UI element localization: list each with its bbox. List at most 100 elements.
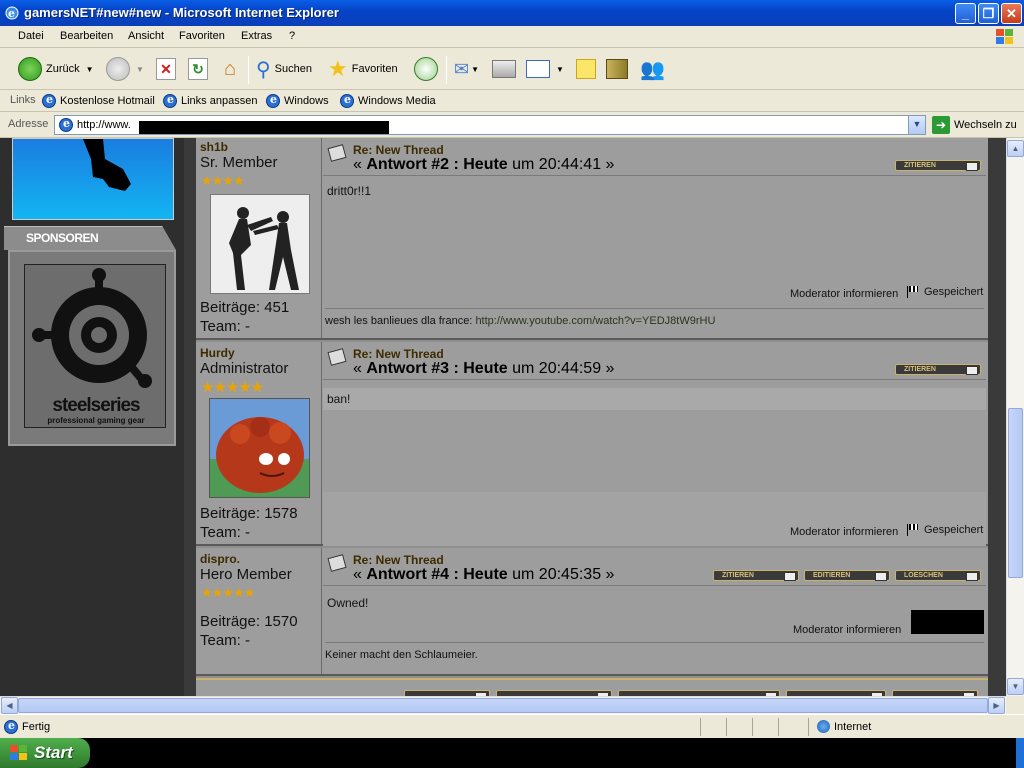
post-header: Re: New Thread « Antwort #4 : Heute um 2… (323, 548, 986, 586)
refresh-icon: ↻ (188, 58, 208, 80)
chevron-down-icon[interactable]: ▼ (908, 116, 925, 134)
post-number: « Antwort #2 : Heute um 20:44:41 » (353, 156, 615, 173)
flag-icon (907, 286, 921, 298)
scroll-right-icon[interactable]: ▶ (988, 697, 1005, 714)
menu-bearbeiten[interactable]: Bearbeiten (60, 30, 113, 42)
go-button[interactable]: ➔ Wechseln zu (932, 116, 1017, 134)
windows-flag-icon (996, 29, 1013, 44)
scroll-left-icon[interactable]: ◀ (1, 697, 18, 714)
address-bar: Adresse http://www. ▼ ➔ Wechseln zu (0, 112, 1024, 138)
post-count: Beiträge: 1578 (200, 505, 298, 522)
status-bar: Fertig Internet (0, 714, 1024, 738)
search-button[interactable]: ⚲ Suchen (256, 54, 312, 84)
post-count: Beiträge: 1570 (200, 613, 298, 630)
thread-icon (327, 348, 347, 366)
thread-icon (327, 554, 347, 572)
link-hotmail[interactable]: Kostenlose Hotmail (42, 93, 155, 108)
horizontal-scrollbar[interactable]: ◀ ▶ (0, 696, 1006, 714)
quote-button[interactable]: ZITIEREN (895, 160, 981, 171)
kickboxers-avatar-icon (229, 207, 299, 290)
mail-button[interactable]: ✉ ▼ (454, 54, 479, 84)
rank-stars: ★★★★★ (201, 585, 255, 600)
messenger-icon: 👥 (640, 58, 665, 81)
rank-stars: ★★★★ (201, 173, 245, 188)
messenger-button[interactable]: 👥 (640, 54, 665, 84)
globe-icon (817, 720, 830, 733)
forward-arrow-icon (106, 57, 130, 81)
address-label: Adresse (8, 118, 49, 130)
go-arrow-icon: ➔ (932, 116, 950, 134)
post-author-pane: sh1b Sr. Member ★★★★ Beiträge: 451 Team:… (196, 138, 322, 338)
stop-button[interactable]: ✕ (156, 54, 176, 84)
author-rank: Administrator (200, 360, 289, 377)
post-subject[interactable]: Re: New Thread (353, 553, 444, 567)
forward-button[interactable]: ▼ (106, 54, 144, 84)
back-button[interactable]: Zurück ▼ (18, 54, 94, 84)
start-button[interactable]: Start (0, 738, 90, 768)
rank-stars: ★★★★★ (201, 379, 264, 396)
quote-button[interactable]: ZITIEREN (895, 364, 981, 375)
notes-button[interactable] (576, 54, 596, 84)
links-bar: Links Kostenlose Hotmail Links anpassen … (0, 90, 1024, 112)
banner-image (12, 138, 174, 220)
scroll-up-icon[interactable]: ▲ (1007, 140, 1024, 157)
flag-icon (907, 524, 921, 536)
post-subject[interactable]: Re: New Thread (353, 347, 444, 361)
menu-favoriten[interactable]: Favoriten (179, 30, 225, 42)
mail-icon: ✉ (454, 58, 470, 79)
report-moderator-link[interactable]: Moderator informieren (793, 624, 901, 636)
author-name[interactable]: dispro. (200, 552, 240, 566)
close-button[interactable]: ✕ (1001, 3, 1022, 24)
author-name[interactable]: Hurdy (200, 346, 235, 360)
post-signature: Keiner macht den Schlaumeier. (325, 642, 984, 661)
link-windows[interactable]: Windows (266, 93, 329, 108)
horizontal-scroll-thumb[interactable] (18, 698, 988, 713)
author-avatar (210, 194, 310, 294)
quote-button[interactable]: ZITIEREN (713, 570, 799, 581)
address-input[interactable]: http://www. ▼ (54, 115, 926, 135)
chevron-down-icon[interactable]: ▼ (556, 65, 564, 74)
report-moderator-link[interactable]: Moderator informieren (790, 288, 898, 300)
research-button[interactable] (606, 54, 628, 84)
steelseries-logo[interactable]: steelseries professional gaming gear (24, 264, 166, 428)
menu-datei[interactable]: Datei (18, 30, 44, 42)
report-moderator-link[interactable]: Moderator informieren (790, 526, 898, 538)
maximize-button[interactable]: ❐ (978, 3, 999, 24)
team-label: Team: - (200, 524, 251, 541)
window-title: gamersNET#new#new - Microsoft Internet E… (24, 5, 339, 20)
printer-icon (492, 60, 516, 78)
print-button[interactable] (492, 54, 516, 84)
post-subject[interactable]: Re: New Thread (353, 143, 444, 157)
post-body: ban! (327, 392, 351, 406)
vertical-scroll-thumb[interactable] (1008, 408, 1023, 578)
link-windows-media[interactable]: Windows Media (340, 93, 436, 108)
thread-icon (327, 144, 347, 162)
ie-logo-icon: e (5, 6, 19, 20)
home-button[interactable]: ⌂ (218, 54, 242, 84)
sponsor-box: steelseries professional gaming gear (8, 250, 176, 446)
stop-icon: ✕ (156, 58, 176, 80)
delete-post-button[interactable]: LOESCHEN (895, 570, 981, 581)
menu-extras[interactable]: Extras (241, 30, 272, 42)
signature-link[interactable]: http://www.youtube.com/watch?v=YEDJ8tW9r… (475, 315, 715, 327)
chevron-down-icon[interactable]: ▼ (136, 65, 144, 74)
minimize-button[interactable]: _ (955, 3, 976, 24)
title-bar: e gamersNET#new#new - Microsoft Internet… (0, 0, 1024, 26)
edit-post-button[interactable]: EDITIEREN (804, 570, 890, 581)
post-body: dritt0r!!1 (327, 184, 372, 198)
refresh-button[interactable]: ↻ (188, 54, 208, 84)
edit-button[interactable]: ▼ (526, 54, 564, 84)
scroll-down-icon[interactable]: ▼ (1007, 678, 1024, 695)
chevron-down-icon[interactable]: ▼ (471, 65, 479, 74)
author-rank: Hero Member (200, 566, 292, 583)
link-anpassen[interactable]: Links anpassen (163, 93, 257, 108)
post-message-pane: Re: New Thread « Antwort #3 : Heute um 2… (323, 342, 986, 546)
favorites-button[interactable]: ★ Favoriten (328, 54, 398, 84)
menu-ansicht[interactable]: Ansicht (128, 30, 164, 42)
history-button[interactable] (414, 54, 438, 84)
author-name[interactable]: sh1b (200, 140, 228, 154)
chevron-down-icon[interactable]: ▼ (86, 65, 94, 74)
vertical-scrollbar[interactable]: ▲ ▼ (1006, 138, 1024, 696)
brand-name: steelseries (52, 395, 140, 416)
menu-help[interactable]: ? (289, 30, 295, 42)
